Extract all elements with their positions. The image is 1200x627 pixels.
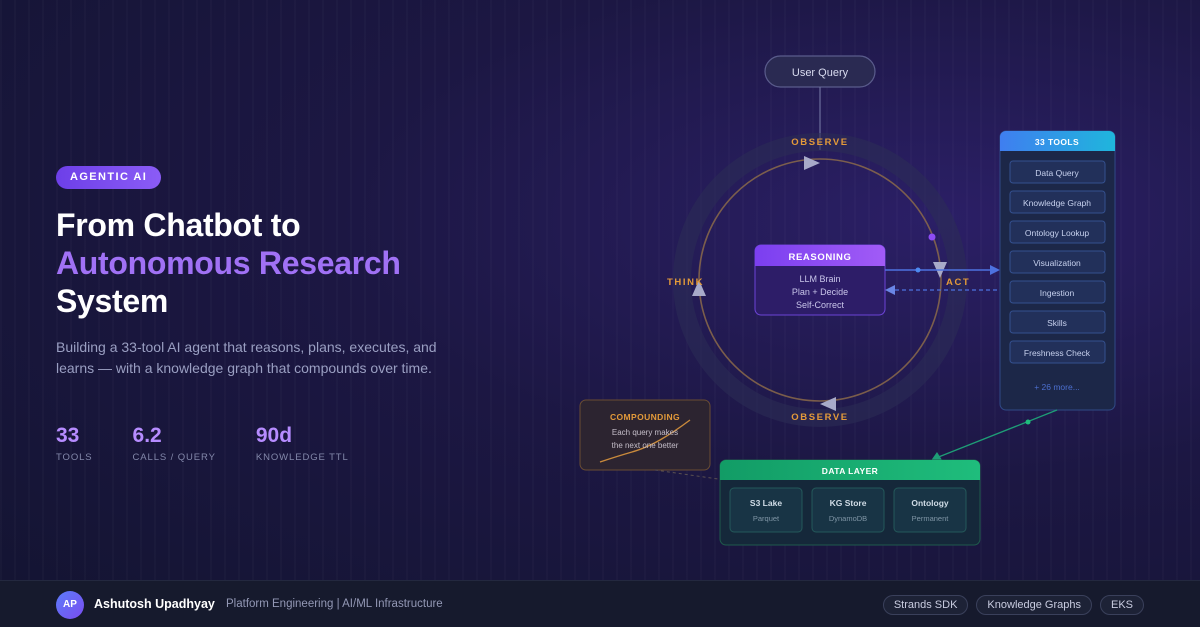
tool-label: Data Query <box>1035 168 1079 178</box>
tool-label: Ingestion <box>1040 288 1075 298</box>
tool-label: Visualization <box>1033 258 1081 268</box>
store-name: KG Store <box>830 498 867 508</box>
loop-dot <box>928 233 936 241</box>
tool-item-ingestion[interactable]: Ingestion <box>1009 280 1106 304</box>
tools-more-link[interactable]: + 26 more... <box>1034 382 1080 392</box>
data-layer-panel: DATA LAYER S3 Lake Parquet KG Store Dyna… <box>719 459 981 546</box>
store-ontology[interactable]: Ontology Permanent <box>893 487 967 533</box>
tool-item-data-query[interactable]: Data Query <box>1009 160 1106 184</box>
tools-panel: 33 TOOLS Data Query Knowledge Graph Onto… <box>999 130 1116 411</box>
return-arrow-icon <box>885 285 895 295</box>
tag-eks[interactable]: EKS <box>1099 595 1144 615</box>
connector-dot <box>915 267 921 273</box>
tool-label: Freshness Check <box>1024 348 1091 358</box>
compounding-text: Each query makes <box>612 428 678 437</box>
store-name: S3 Lake <box>750 498 782 508</box>
store-sub: Permanent <box>912 514 950 523</box>
store-sub: Parquet <box>753 514 780 523</box>
compounding-title: COMPOUNDING <box>610 412 680 422</box>
data-layer-title: DATA LAYER <box>822 466 878 476</box>
reasoning-line: Plan + Decide <box>792 287 848 297</box>
author-role: Platform Engineering | AI/ML Infrastruct… <box>226 598 443 610</box>
compounding-node: COMPOUNDING Each query makes the next on… <box>579 399 711 471</box>
act-label: ACT <box>946 277 970 288</box>
arrow-top-icon <box>804 156 820 170</box>
tool-item-skills[interactable]: Skills <box>1009 310 1106 334</box>
data-connector <box>935 409 1058 459</box>
reasoning-title: REASONING <box>789 252 852 263</box>
user-query-label: User Query <box>792 67 849 79</box>
footer-bar: AP Ashutosh Upadhyay Platform Engineerin… <box>0 580 1200 627</box>
store-sub: DynamoDB <box>829 514 867 523</box>
reasoning-line: Self-Correct <box>796 300 845 310</box>
compounding-connector <box>654 469 726 481</box>
act-arrow-icon <box>990 265 1000 275</box>
tools-title: 33 TOOLS <box>1035 137 1079 147</box>
store-s3-lake[interactable]: S3 Lake Parquet <box>729 487 803 533</box>
tool-item-ontology-lookup[interactable]: Ontology Lookup <box>1009 220 1106 244</box>
tag-strands-sdk[interactable]: Strands SDK <box>882 595 969 615</box>
avatar: AP <box>56 591 84 619</box>
agent-loop-diagram: User Query OBSERVE OBSERVE THINK ACT REA… <box>579 55 1116 546</box>
observe-bottom-label: OBSERVE <box>791 412 849 423</box>
tag-list: Strands SDK Knowledge Graphs EKS <box>882 595 1144 615</box>
store-name: Ontology <box>911 498 949 508</box>
reasoning-line: LLM Brain <box>799 274 840 284</box>
author-name: Ashutosh Upadhyay <box>94 597 215 611</box>
tool-label: Ontology Lookup <box>1025 228 1090 238</box>
reasoning-node: REASONING LLM Brain Plan + Decide Self-C… <box>754 244 886 316</box>
tool-item-visualization[interactable]: Visualization <box>1009 250 1106 274</box>
observe-top-label: OBSERVE <box>791 137 849 148</box>
connector-dot <box>1025 419 1031 425</box>
tool-label: Skills <box>1047 318 1067 328</box>
compounding-text: the next one better <box>612 441 679 450</box>
tool-item-knowledge-graph[interactable]: Knowledge Graph <box>1009 190 1106 214</box>
tag-knowledge-graphs[interactable]: Knowledge Graphs <box>976 595 1092 615</box>
user-query-node: User Query <box>764 55 876 88</box>
store-kg-store[interactable]: KG Store DynamoDB <box>811 487 885 533</box>
tool-item-freshness-check[interactable]: Freshness Check <box>1009 340 1106 364</box>
tool-label: Knowledge Graph <box>1023 198 1091 208</box>
think-label: THINK <box>667 277 704 288</box>
